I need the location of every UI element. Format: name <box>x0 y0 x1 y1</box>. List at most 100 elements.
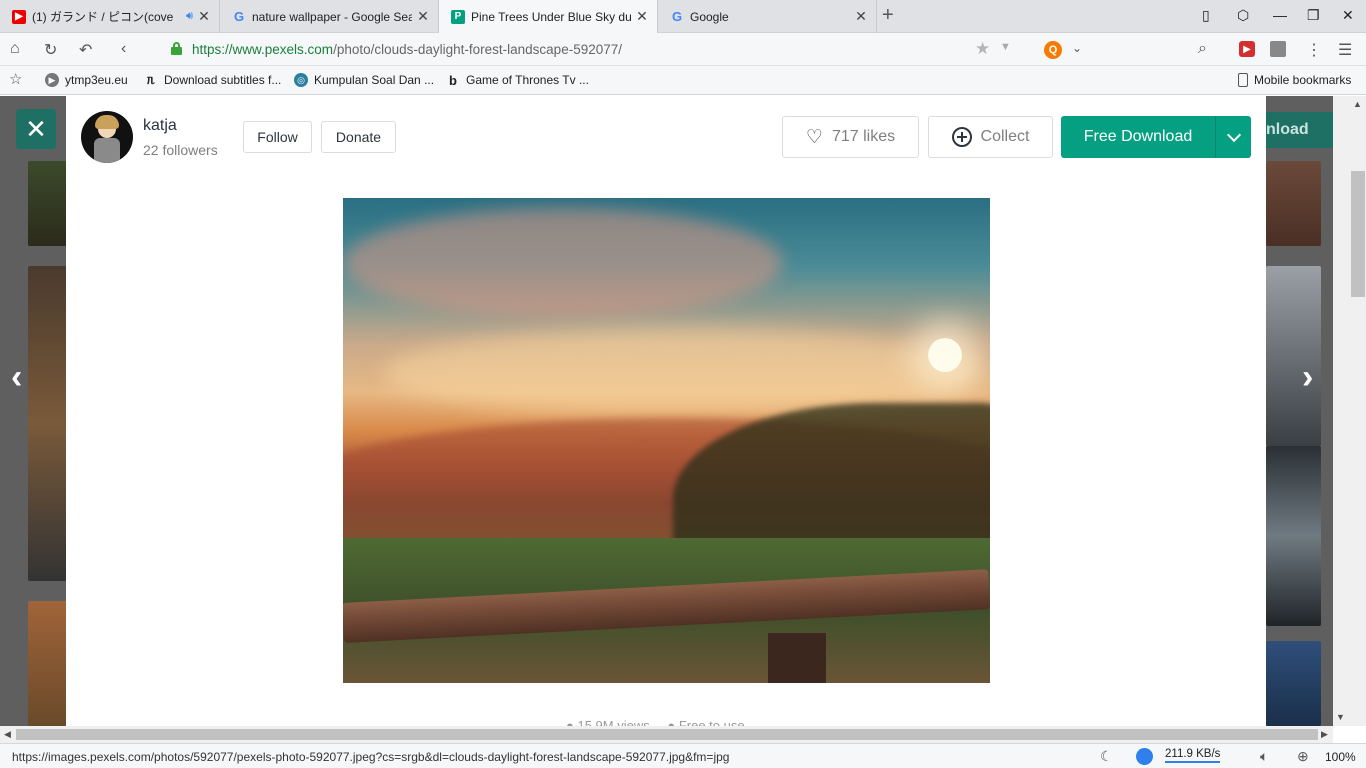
undo-icon[interactable]: ↶ <box>79 40 92 60</box>
volume-icon[interactable]: 🔈︎ <box>1260 748 1268 765</box>
bing-icon: b <box>449 72 457 88</box>
zoom-level[interactable]: 100% <box>1325 750 1356 764</box>
close-tab-icon[interactable]: ✕ <box>635 8 649 25</box>
like-button[interactable]: ♡ 717 likes <box>782 116 919 158</box>
google-icon: G <box>671 9 683 24</box>
maximize-icon[interactable]: ❐ <box>1307 7 1320 24</box>
tab-bar: ▶ (1) ガランド / ピコン(cove 🔊︎ ✕ G nature wall… <box>0 0 1366 33</box>
vertical-scrollbar-thumb[interactable] <box>1351 171 1365 297</box>
extension-icon[interactable] <box>1270 41 1286 57</box>
background-thumbnail <box>1266 641 1321 726</box>
tab-list-icon[interactable]: ▯ <box>1202 7 1210 24</box>
star-icon[interactable]: ★ <box>975 39 990 59</box>
close-window-icon[interactable]: ✕ <box>1342 7 1354 24</box>
phone-icon <box>1238 73 1248 87</box>
new-tab-icon[interactable]: + <box>882 4 894 27</box>
extension-icon[interactable]: ▶ <box>1239 41 1255 57</box>
author-name[interactable]: katja <box>143 117 177 135</box>
scroll-left-arrow[interactable]: ◀ <box>4 729 11 740</box>
eye-icon: ● <box>566 718 574 726</box>
tab-title: nature wallpaper - Google Sea <box>252 9 412 24</box>
background-thumbnail <box>1266 266 1321 446</box>
tab-google[interactable]: G Google ✕ <box>658 0 877 33</box>
play-icon: ▶ <box>45 73 59 87</box>
horizontal-scrollbar-thumb[interactable] <box>16 729 1318 740</box>
reload-icon[interactable]: ↻ <box>44 40 57 60</box>
avatar[interactable] <box>81 111 133 163</box>
views-count: 15.9M views <box>577 718 650 726</box>
background-thumbnail <box>28 161 68 246</box>
scroll-down-arrow[interactable]: ▼ <box>1336 712 1345 722</box>
tab-pexels[interactable]: P Pine Trees Under Blue Sky dur ✕ <box>439 0 658 33</box>
donate-button[interactable]: Donate <box>321 121 396 153</box>
background-download-label: nload <box>1266 121 1309 138</box>
background-download-button: nload <box>1266 112 1333 148</box>
check-icon: ● <box>667 718 676 726</box>
address-bar: ⌂ ↻ ↶ ‹ https://www.pexels.com/photo/clo… <box>0 33 1366 66</box>
main-photo[interactable] <box>343 198 990 683</box>
home-icon[interactable]: ⌂ <box>10 40 20 58</box>
photo-stats: ● 15.9M views ● Free to use <box>566 718 745 726</box>
scroll-right-arrow[interactable]: ▶ <box>1321 729 1328 740</box>
globe-icon: ◎ <box>294 73 308 87</box>
speaker-icon[interactable]: 🔊︎ <box>186 10 193 23</box>
youtube-icon: ▶ <box>12 9 26 24</box>
chevron-down-icon[interactable]: ▼ <box>1000 41 1011 53</box>
pexels-icon: P <box>451 9 465 24</box>
previous-photo-arrow[interactable]: ‹ <box>11 358 22 397</box>
bookmark-star-icon[interactable]: ☆ <box>9 70 22 88</box>
next-photo-arrow[interactable]: › <box>1302 358 1313 397</box>
download-speed-icon[interactable] <box>1136 748 1153 765</box>
follower-count: 22 followers <box>143 142 218 158</box>
more-icon[interactable]: ⋮ <box>1306 40 1322 60</box>
back-icon[interactable]: ‹ <box>121 40 126 58</box>
scroll-up-arrow[interactable]: ▲ <box>1353 99 1362 109</box>
subtitle-icon: ᥰ <box>147 72 155 87</box>
close-tab-icon[interactable]: ✕ <box>416 8 430 25</box>
menu-icon[interactable]: ☰ <box>1338 40 1352 60</box>
collect-label: Collect <box>980 128 1030 145</box>
status-bar: https://images.pexels.com/photos/592077/… <box>0 743 1366 768</box>
bookmark-label: Game of Thrones Tv ... <box>466 73 589 87</box>
bookmark-item[interactable]: ◎ Kumpulan Soal Dan ... <box>294 73 434 87</box>
google-icon: G <box>233 9 245 24</box>
license-label: Free to use <box>678 718 745 726</box>
download-options-chevron-icon[interactable] <box>1215 116 1251 158</box>
heart-icon: ♡ <box>805 126 823 148</box>
tab-google-search[interactable]: G nature wallpaper - Google Sea ✕ <box>220 0 439 33</box>
plus-circle-icon <box>951 127 972 147</box>
background-thumbnail <box>28 266 68 581</box>
follow-button[interactable]: Follow <box>243 121 312 153</box>
bookmark-item[interactable]: ᥰ Download subtitles f... <box>144 72 282 87</box>
bookmark-label: Download subtitles f... <box>164 73 282 87</box>
url-field[interactable]: https://www.pexels.com/photo/clouds-dayl… <box>192 42 622 57</box>
tab-youtube[interactable]: ▶ (1) ガランド / ピコン(cove 🔊︎ ✕ <box>0 0 220 33</box>
tab-title: Pine Trees Under Blue Sky dur <box>471 9 631 24</box>
zoom-icon[interactable]: ⊕ <box>1297 748 1309 765</box>
skin-icon[interactable]: ⬡ <box>1237 7 1249 24</box>
close-tab-icon[interactable]: ✕ <box>197 8 211 25</box>
mobile-bookmarks[interactable]: Mobile bookmarks <box>1238 73 1351 87</box>
search-engine-icon[interactable]: Q <box>1044 41 1062 59</box>
free-download-button[interactable]: Free Download <box>1061 116 1215 158</box>
photo-modal: katja 22 followers Follow Donate ♡ 717 l… <box>66 96 1266 726</box>
minimize-icon[interactable]: — <box>1273 7 1287 23</box>
night-mode-icon[interactable]: ☾ <box>1100 748 1113 765</box>
bookmarks-bar: ☆ ▶ ytmp3eu.eu ᥰ Download subtitles f...… <box>0 66 1366 95</box>
bookmark-item[interactable]: b Game of Thrones Tv ... <box>446 72 589 88</box>
close-tab-icon[interactable]: ✕ <box>854 8 868 25</box>
close-icon: ✕ <box>25 113 47 144</box>
browser-window: ▶ (1) ガランド / ピコン(cove 🔊︎ ✕ G nature wall… <box>0 0 1366 768</box>
background-thumbnail <box>1266 446 1321 626</box>
page-overlay: ✕ ‹ › nload katja 22 followers Follow Do… <box>0 96 1333 726</box>
status-link-url: https://images.pexels.com/photos/592077/… <box>12 750 730 764</box>
bookmark-label: ytmp3eu.eu <box>65 73 128 87</box>
bookmark-item[interactable]: ▶ ytmp3eu.eu <box>45 73 128 87</box>
chevron-down-icon[interactable]: ⌄ <box>1072 41 1082 55</box>
likes-count: 717 likes <box>831 128 896 145</box>
search-icon[interactable]: ⌕ <box>1198 40 1207 58</box>
url-host: https://www.pexels.com <box>192 42 334 57</box>
background-thumbnail <box>1266 161 1321 246</box>
collect-button[interactable]: Collect <box>928 116 1053 158</box>
close-modal-button[interactable]: ✕ <box>16 109 56 149</box>
